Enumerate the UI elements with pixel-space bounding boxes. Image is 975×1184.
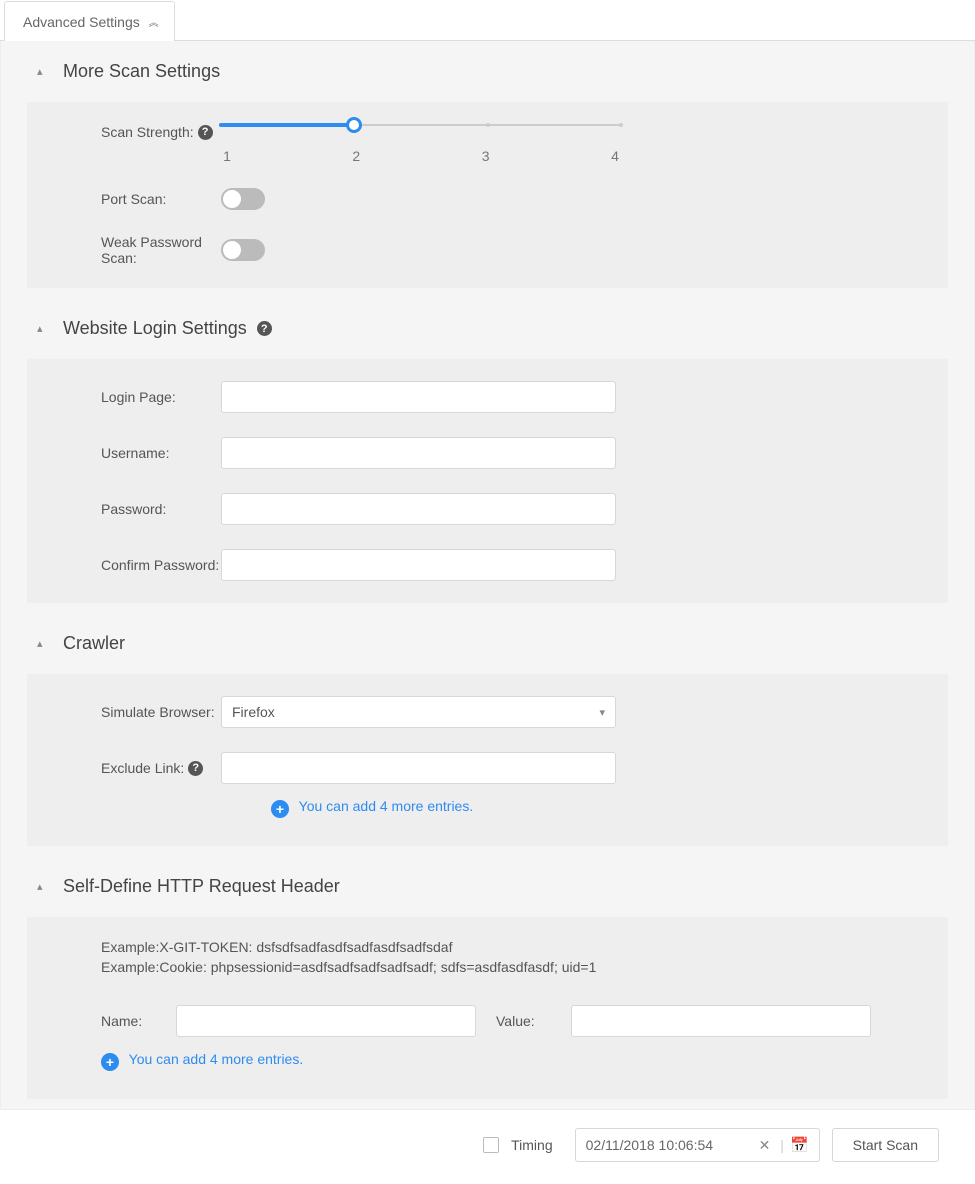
section-body-login: Login Page: Username: Password: Confirm … [27,359,948,603]
header-name-label: Name: [101,1013,156,1029]
separator: | [780,1137,784,1153]
login-page-label: Login Page: [51,389,221,405]
section-header-http[interactable]: ▴ Self-Define HTTP Request Header [37,876,938,897]
simulate-browser-label: Simulate Browser: [51,704,221,720]
password-label: Password: [51,501,221,517]
plus-icon[interactable]: + [271,800,289,818]
http-header-row: Name: Value: [51,1005,924,1037]
chevron-up-icon: ▴ [37,881,49,893]
chevron-up-icon: ︽ [144,4,164,44]
slider-tick-labels: 1 2 3 4 [221,148,621,164]
section-body-scan: Scan Strength: ? [27,102,948,288]
help-icon[interactable]: ? [188,761,203,776]
timing-checkbox[interactable] [483,1137,499,1153]
section-header-crawler[interactable]: ▴ Crawler [37,633,938,654]
username-label: Username: [51,445,221,461]
help-icon[interactable]: ? [257,321,272,336]
confirm-password-label: Confirm Password: [51,557,221,573]
section-body-crawler: Simulate Browser: Firefox ▾ Exclude Link… [27,674,948,846]
clear-icon[interactable]: ✕ [753,1137,777,1154]
tab-bar: Advanced Settings ︽ [0,0,975,41]
scan-strength-slider[interactable] [221,124,621,126]
help-icon[interactable]: ? [198,125,213,140]
chevron-up-icon: ▴ [37,638,49,650]
tab-advanced-settings[interactable]: Advanced Settings ︽ [4,1,175,41]
settings-panel: ▴ More Scan Settings Scan Strength: ? [0,41,975,1110]
schedule-datetime-input[interactable]: 02/11/2018 10:06:54 ✕ | 📅 [575,1128,820,1162]
chevron-up-icon: ▴ [37,66,49,78]
section-body-http: Example:X-GIT-TOKEN: dsfsdfsadfasdfsadfa… [27,917,948,1099]
plus-icon[interactable]: + [101,1053,119,1071]
port-scan-toggle[interactable] [221,188,265,210]
chevron-up-icon: ▴ [37,323,49,335]
password-input[interactable] [221,493,616,525]
section-title: More Scan Settings [63,61,220,82]
section-crawler: ▴ Crawler Simulate Browser: Firefox ▾ Ex… [1,613,974,856]
confirm-password-input[interactable] [221,549,616,581]
tab-label: Advanced Settings [23,14,140,30]
username-input[interactable] [221,437,616,469]
start-scan-button[interactable]: Start Scan [832,1128,939,1162]
section-title: Crawler [63,633,125,654]
section-title: Self-Define HTTP Request Header [63,876,340,897]
timing-label: Timing [511,1137,553,1153]
add-header-entry[interactable]: You can add 4 more entries. [129,1051,304,1067]
example-text-2: Example:Cookie: phpsessionid=asdfsadfsad… [51,959,924,975]
select-value: Firefox [232,704,275,720]
login-page-input[interactable] [221,381,616,413]
simulate-browser-select[interactable]: Firefox ▾ [221,696,616,728]
scan-strength-label: Scan Strength: ? [51,124,221,140]
calendar-icon[interactable]: 📅 [790,1136,809,1154]
chevron-down-icon: ▾ [599,706,605,719]
exclude-link-input[interactable] [221,752,616,784]
example-text-1: Example:X-GIT-TOKEN: dsfsdfsadfasdfsadfa… [51,939,924,955]
header-value-label: Value: [496,1013,551,1029]
exclude-link-label: Exclude Link: ? [51,760,221,776]
section-header-login[interactable]: ▴ Website Login Settings ? [37,318,938,339]
port-scan-label: Port Scan: [51,191,221,207]
section-header-scan[interactable]: ▴ More Scan Settings [37,61,938,82]
header-name-input[interactable] [176,1005,476,1037]
section-login: ▴ Website Login Settings ? Login Page: U… [1,298,974,613]
section-more-scan: ▴ More Scan Settings Scan Strength: ? [1,41,974,298]
footer-bar: Timing 02/11/2018 10:06:54 ✕ | 📅 Start S… [0,1110,975,1184]
datetime-value: 02/11/2018 10:06:54 [586,1137,713,1153]
section-title: Website Login Settings [63,318,247,339]
weak-password-toggle[interactable] [221,239,265,261]
add-exclude-entry[interactable]: You can add 4 more entries. [299,798,474,814]
weak-password-scan-label: Weak Password Scan: [51,234,221,266]
section-http-header: ▴ Self-Define HTTP Request Header Exampl… [1,856,974,1109]
header-value-input[interactable] [571,1005,871,1037]
slider-thumb[interactable] [346,117,362,133]
